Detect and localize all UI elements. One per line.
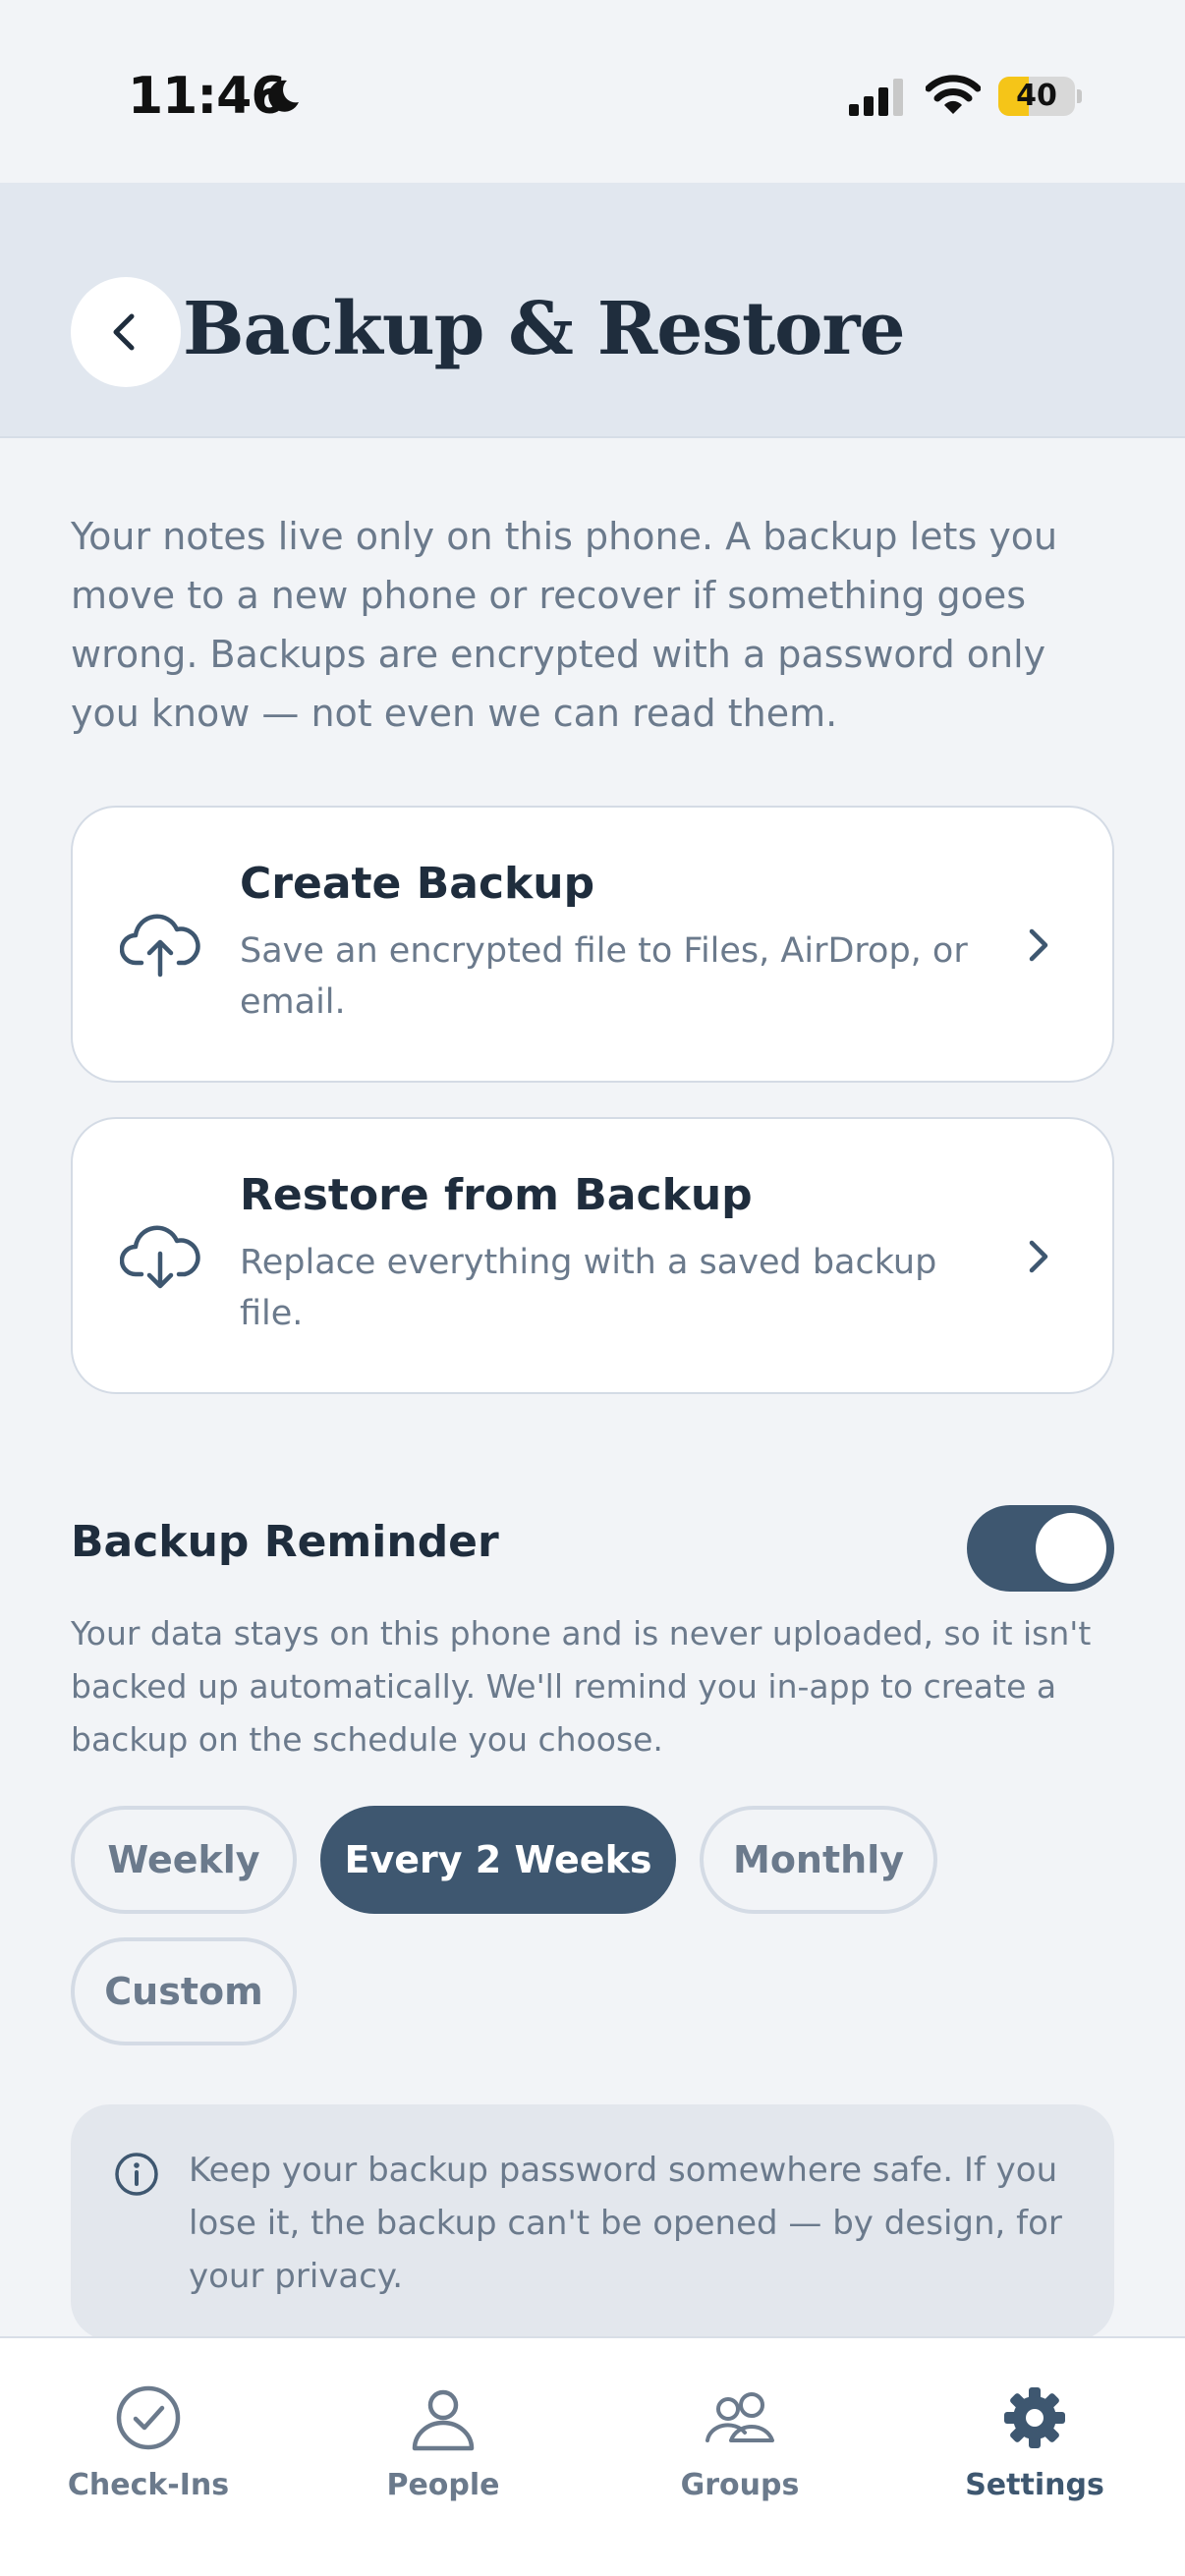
- battery-level: 40: [1016, 79, 1057, 113]
- tab-people[interactable]: People: [295, 2338, 592, 2502]
- backup-reminder-description: Your data stays on this phone and is nev…: [71, 1614, 1092, 1759]
- create-backup-subtitle: Save an encrypted file to Files, AirDrop…: [240, 931, 968, 1022]
- frequency-chip-monthly[interactable]: Monthly: [700, 1806, 937, 1914]
- tab-check-ins[interactable]: Check-Ins: [0, 2338, 297, 2502]
- battery-indicator: 40: [998, 77, 1082, 116]
- backup-reminder-title: Backup Reminder: [71, 1517, 499, 1567]
- cloud-upload-icon: [120, 914, 200, 978]
- tab-settings[interactable]: Settings: [886, 2338, 1183, 2502]
- info-icon: [115, 2153, 158, 2196]
- password-info-text: Keep your backup password somewhere safe…: [189, 2151, 1062, 2296]
- frequency-chip-weekly[interactable]: Weekly: [71, 1806, 297, 1914]
- tab-bar: Check-Ins People Groups Settings: [0, 2336, 1185, 2576]
- frequency-chip-custom[interactable]: Custom: [71, 1937, 297, 2045]
- wifi-icon: [926, 75, 981, 114]
- cloud-download-icon: [120, 1225, 200, 1289]
- tab-groups[interactable]: Groups: [592, 2338, 888, 2502]
- restore-backup-title: Restore from Backup: [240, 1170, 753, 1220]
- check-circle-icon: [116, 2385, 181, 2450]
- status-bar: 11:46 40: [0, 0, 1185, 183]
- chevron-right-icon: [1029, 1240, 1048, 1273]
- tab-label: Groups: [680, 2468, 800, 2502]
- screen: 11:46 40 Backup & Restore Your notes liv…: [0, 0, 1185, 2576]
- page-title: Backup & Restore: [183, 287, 906, 371]
- tab-label: Check-Ins: [67, 2468, 230, 2502]
- moon-icon: [268, 80, 299, 112]
- gear-icon: [1004, 2387, 1065, 2448]
- chevron-right-icon: [1029, 928, 1048, 962]
- create-backup-card[interactable]: Create Backup Save an encrypted file to …: [71, 806, 1114, 1083]
- frequency-chip-every-2-weeks[interactable]: Every 2 Weeks: [320, 1806, 676, 1914]
- toggle-knob: [1036, 1513, 1106, 1584]
- person-icon: [412, 2389, 475, 2451]
- tab-label: Settings: [965, 2468, 1104, 2502]
- group-icon: [705, 2392, 774, 2442]
- intro-text: Your notes live only on this phone. A ba…: [71, 515, 1058, 735]
- restore-backup-subtitle: Replace everything with a saved backup f…: [240, 1243, 937, 1333]
- chevron-left-icon: [113, 313, 135, 351]
- password-info-box: Keep your backup password somewhere safe…: [71, 2104, 1114, 2340]
- status-time: 11:46: [128, 67, 287, 126]
- restore-backup-card[interactable]: Restore from Backup Replace everything w…: [71, 1117, 1114, 1394]
- create-backup-title: Create Backup: [240, 859, 595, 909]
- cellular-signal-icon: [849, 79, 903, 116]
- tab-label: People: [386, 2468, 500, 2502]
- back-button[interactable]: [71, 277, 181, 387]
- backup-reminder-toggle[interactable]: [967, 1505, 1114, 1592]
- page-header: Backup & Restore: [0, 183, 1185, 438]
